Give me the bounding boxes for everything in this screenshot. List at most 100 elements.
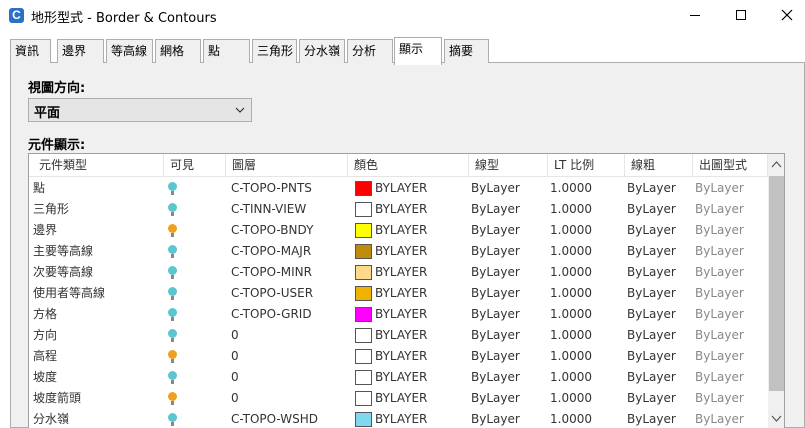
lt-scale[interactable]: 1.0000 (550, 199, 592, 220)
color-label[interactable]: BYLAYER (375, 388, 427, 409)
color-label[interactable]: BYLAYER (375, 241, 427, 262)
lt-scale[interactable]: 1.0000 (550, 367, 592, 388)
table-row[interactable]: 坡度 0 BYLAYER ByLayer 1.0000 ByLayer ByLayer (29, 367, 768, 388)
color-swatch[interactable] (355, 181, 372, 196)
color-label[interactable]: BYLAYER (375, 367, 427, 388)
tab-contours[interactable]: 等高線 (106, 39, 153, 63)
tab-analysis[interactable]: 分析 (347, 39, 393, 63)
table-row[interactable]: 邊界 C-TOPO-BNDY BYLAYER ByLayer 1.0000 ByLayer… (29, 220, 768, 241)
lineweight[interactable]: ByLayer (627, 199, 676, 220)
lineweight[interactable]: ByLayer (627, 304, 676, 325)
color-swatch[interactable] (355, 328, 372, 343)
color-swatch[interactable] (355, 244, 372, 259)
lineweight[interactable]: ByLayer (627, 220, 676, 241)
lineweight[interactable]: ByLayer (627, 178, 676, 199)
lt-scale[interactable]: 1.0000 (550, 388, 592, 409)
color-swatch[interactable] (355, 286, 372, 301)
lineweight[interactable]: ByLayer (627, 367, 676, 388)
scroll-up-icon[interactable] (768, 156, 785, 173)
column-header-linetype[interactable]: 線型 (469, 154, 548, 177)
table-row[interactable]: 三角形 C-TINN-VIEW BYLAYER ByLayer 1.0000 ByLaye… (29, 199, 768, 220)
table-row[interactable]: 方格 C-TOPO-GRID BYLAYER ByLayer 1.0000 ByLayer… (29, 304, 768, 325)
lt-scale[interactable]: 1.0000 (550, 220, 592, 241)
color-label[interactable]: BYLAYER (375, 220, 427, 241)
tab-watersheds[interactable]: 分水嶺 (299, 39, 345, 63)
layer-name[interactable]: C-TOPO-BNDY (231, 220, 313, 241)
layer-name[interactable]: C-TINN-VIEW (231, 199, 306, 220)
linetype[interactable]: ByLayer (471, 346, 520, 367)
color-label[interactable]: BYLAYER (375, 325, 427, 346)
lightbulb-icon[interactable] (168, 203, 178, 217)
color-swatch[interactable] (355, 307, 372, 322)
lightbulb-icon[interactable] (168, 371, 178, 385)
lt-scale[interactable]: 1.0000 (550, 325, 592, 346)
tab-info[interactable]: 資訊 (10, 39, 51, 63)
linetype[interactable]: ByLayer (471, 241, 520, 262)
color-swatch[interactable] (355, 223, 372, 238)
tab-summary[interactable]: 摘要 (444, 39, 489, 63)
color-swatch[interactable] (355, 370, 372, 385)
linetype[interactable]: ByLayer (471, 178, 520, 199)
lt-scale[interactable]: 1.0000 (550, 304, 592, 325)
lightbulb-icon[interactable] (168, 329, 178, 343)
lt-scale[interactable]: 1.0000 (550, 178, 592, 199)
lineweight[interactable]: ByLayer (627, 346, 676, 367)
lineweight[interactable]: ByLayer (627, 388, 676, 409)
lightbulb-icon[interactable] (168, 350, 178, 364)
color-swatch[interactable] (355, 412, 372, 427)
tab-points[interactable]: 點 (203, 39, 250, 63)
lineweight[interactable]: ByLayer (627, 241, 676, 262)
lt-scale[interactable]: 1.0000 (550, 346, 592, 367)
color-label[interactable]: BYLAYER (375, 283, 427, 304)
column-header-visible[interactable]: 可見 (164, 154, 226, 177)
linetype[interactable]: ByLayer (471, 367, 520, 388)
layer-name[interactable]: 0 (231, 346, 239, 367)
linetype[interactable]: ByLayer (471, 304, 520, 325)
scroll-down-icon[interactable] (768, 410, 785, 427)
lt-scale[interactable]: 1.0000 (550, 409, 592, 428)
color-swatch[interactable] (355, 265, 372, 280)
view-direction-dropdown[interactable]: 平面 (28, 98, 252, 122)
lightbulb-icon[interactable] (168, 224, 178, 238)
close-button[interactable] (764, 0, 805, 31)
color-label[interactable]: BYLAYER (375, 346, 427, 367)
linetype[interactable]: ByLayer (471, 262, 520, 283)
linetype[interactable]: ByLayer (471, 409, 520, 428)
layer-name[interactable]: C-TOPO-USER (231, 283, 313, 304)
linetype[interactable]: ByLayer (471, 220, 520, 241)
layer-name[interactable]: 0 (231, 388, 239, 409)
layer-name[interactable]: C-TOPO-PNTS (231, 178, 312, 199)
tab-boundary[interactable]: 邊界 (57, 39, 104, 63)
vertical-scrollbar[interactable] (768, 154, 785, 428)
color-swatch[interactable] (355, 202, 372, 217)
linetype[interactable]: ByLayer (471, 199, 520, 220)
lightbulb-icon[interactable] (168, 392, 178, 406)
lightbulb-icon[interactable] (168, 245, 178, 259)
lineweight[interactable]: ByLayer (627, 283, 676, 304)
linetype[interactable]: ByLayer (471, 388, 520, 409)
minimize-button[interactable] (672, 0, 718, 31)
color-swatch[interactable] (355, 391, 372, 406)
layer-name[interactable]: C-TOPO-MINR (231, 262, 312, 283)
tab-triangles[interactable]: 三角形 (252, 39, 297, 63)
lt-scale[interactable]: 1.0000 (550, 241, 592, 262)
column-header-plot-style[interactable]: 出圖型式 (693, 154, 768, 177)
layer-name[interactable]: 0 (231, 325, 239, 346)
lineweight[interactable]: ByLayer (627, 325, 676, 346)
table-row[interactable]: 使用者等高線 C-TOPO-USER BYLAYER ByLayer 1.0000 ByL… (29, 283, 768, 304)
color-swatch[interactable] (355, 349, 372, 364)
scrollbar-thumb[interactable] (769, 176, 784, 391)
color-label[interactable]: BYLAYER (375, 409, 427, 428)
table-row[interactable]: 分水嶺 C-TOPO-WSHD BYLAYER ByLayer 1.0000 ByLaye… (29, 409, 768, 428)
lightbulb-icon[interactable] (168, 266, 178, 280)
table-row[interactable]: 方向 0 BYLAYER ByLayer 1.0000 ByLayer ByLayer (29, 325, 768, 346)
layer-name[interactable]: C-TOPO-GRID (231, 304, 312, 325)
tab-grid[interactable]: 網格 (155, 39, 201, 63)
column-header-lt-scale[interactable]: LT 比例 (548, 154, 625, 177)
color-label[interactable]: BYLAYER (375, 304, 427, 325)
lightbulb-icon[interactable] (168, 308, 178, 322)
lt-scale[interactable]: 1.0000 (550, 262, 592, 283)
lightbulb-icon[interactable] (168, 182, 178, 196)
tab-display[interactable]: 顯示 (394, 37, 442, 65)
color-label[interactable]: BYLAYER (375, 262, 427, 283)
